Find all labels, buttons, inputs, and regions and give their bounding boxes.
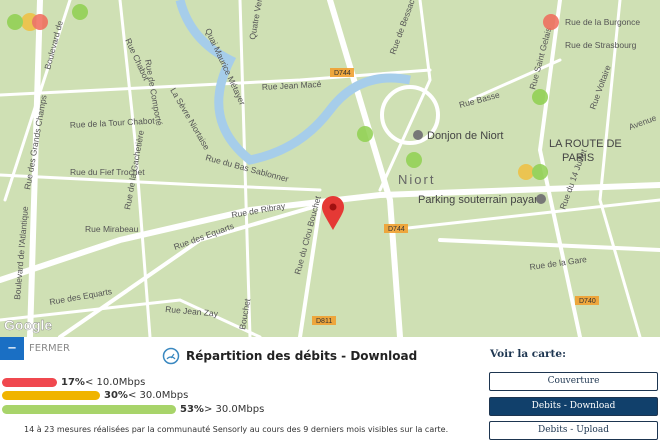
bar-percent: 17% — [61, 377, 85, 388]
bar-row-low: 17% < 10.0Mbps — [2, 377, 145, 388]
river-label: La Sèvre Niortaise — [168, 86, 212, 152]
street-label: Boulevard de l'Atlantique — [12, 206, 30, 301]
road-shield: D740 — [579, 298, 596, 305]
bar-low — [2, 378, 57, 387]
bar-percent: 53% — [180, 404, 204, 415]
bar-row-mid: 30% < 30.0Mbps — [2, 390, 188, 401]
coverage-button[interactable]: Couverture — [489, 372, 658, 391]
bar-mid — [2, 391, 100, 400]
street-label: Rue de la Tour Chabot — [70, 116, 156, 130]
download-speed-button[interactable]: Debits - Download — [489, 397, 658, 416]
street-label: Rue Jean Macé — [262, 79, 322, 92]
landmark-icon — [413, 130, 423, 140]
poi-label: Donjon de Niort — [427, 130, 503, 142]
upload-speed-button[interactable]: Debits - Upload — [489, 421, 658, 440]
google-logo: Google — [4, 317, 52, 333]
measure-marker[interactable] — [543, 14, 559, 30]
poi-label: PARIS — [562, 152, 594, 164]
bar-range: < 10.0Mbps — [84, 377, 146, 388]
street-label: Rue Jean Zay — [165, 304, 219, 319]
street-label: Avenue — [627, 113, 658, 132]
street-label: Rue de Bessac — [387, 0, 416, 56]
street-label: Rue Basse — [458, 89, 501, 109]
panel-title-text: Répartition des débits - Download — [186, 349, 418, 363]
minus-icon: – — [7, 337, 17, 358]
bar-range: > 30.0Mbps — [203, 404, 265, 415]
measure-marker[interactable] — [532, 164, 548, 180]
speedometer-icon — [162, 347, 180, 365]
street-label: Rue Mirabeau — [85, 224, 139, 234]
location-pin-icon[interactable] — [322, 196, 344, 230]
close-panel-button[interactable]: – — [0, 337, 24, 360]
parking-icon — [536, 194, 546, 204]
road-shield: D811 — [316, 318, 332, 325]
map[interactable]: D744 D744 D811 D740 Boulevard de l'Atlan… — [0, 0, 660, 337]
street-label: Quatre Vents — [247, 0, 265, 40]
measure-marker[interactable] — [357, 126, 373, 142]
street-label: Rue de la Gare — [529, 254, 588, 272]
bar-high — [2, 405, 176, 414]
city-label: Niort — [398, 172, 435, 187]
road-shield: D744 — [334, 70, 351, 77]
measure-marker[interactable] — [7, 14, 23, 30]
street-label: Rue de Strasbourg — [565, 40, 637, 50]
measurement-note: 14 à 23 mesures réalisées par la communa… — [24, 425, 449, 434]
bar-row-high: 53% > 30.0Mbps — [2, 404, 264, 415]
measure-marker[interactable] — [532, 89, 548, 105]
measure-marker[interactable] — [518, 164, 534, 180]
road-shield: D744 — [388, 226, 405, 233]
measure-marker[interactable] — [72, 4, 88, 20]
stats-panel: – FERMER Répartition des débits - Downlo… — [0, 337, 660, 442]
measure-marker[interactable] — [406, 152, 422, 168]
map-canvas[interactable]: D744 D744 D811 D740 Boulevard de l'Atlan… — [0, 0, 660, 337]
bar-range: < 30.0Mbps — [127, 390, 189, 401]
street-label: Rue de la Burgonce — [565, 17, 640, 27]
close-label[interactable]: FERMER — [29, 343, 70, 354]
measure-marker[interactable] — [32, 14, 48, 30]
bar-percent: 30% — [104, 390, 128, 401]
poi-label: LA ROUTE DE — [549, 138, 622, 150]
street-label: Rue des Equarts — [49, 286, 113, 307]
map-view-title: Voir la carte: — [490, 348, 566, 360]
poi-label: Parking souterrain payant — [418, 194, 543, 206]
panel-title: Répartition des débits - Download — [162, 347, 417, 365]
